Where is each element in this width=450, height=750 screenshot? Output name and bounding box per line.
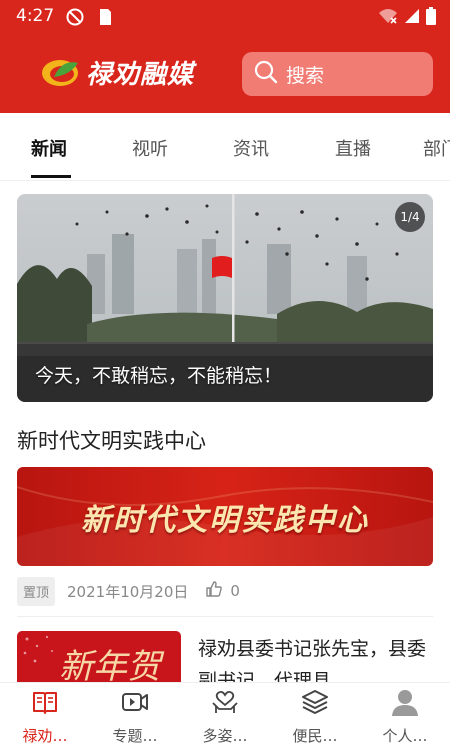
nav-services[interactable]: 便民…: [270, 683, 360, 750]
logo-mark-icon: [40, 55, 82, 89]
tab-news[interactable]: 新闻: [31, 135, 67, 161]
thumbnail-text: 新年贺词: [59, 647, 161, 686]
nav-label: 便民…: [292, 727, 338, 745]
status-right-icons: [378, 7, 436, 29]
search-box[interactable]: 搜索: [242, 52, 433, 96]
feature-card-title: 新时代文明实践中心: [81, 502, 369, 538]
article-meta: 置顶 2021年10月20日 0: [17, 576, 433, 606]
status-bar: 4:27: [0, 0, 450, 33]
battery-icon: [426, 7, 436, 29]
thumbs-up-icon: [206, 581, 223, 601]
nav-label: 专题…: [112, 727, 158, 745]
hands-heart-icon: [211, 688, 239, 720]
carousel-counter: 1/4: [395, 202, 425, 232]
tab-live[interactable]: 直播: [335, 135, 371, 161]
wifi-off-icon: [378, 8, 398, 28]
sim-card-icon: [98, 8, 112, 30]
nav-label: 禄劝…: [22, 727, 68, 745]
person-icon: [391, 688, 419, 720]
tab-info[interactable]: 资讯: [233, 135, 269, 161]
news-thumbnail[interactable]: 新年贺词: [17, 631, 181, 686]
banner-carousel[interactable]: 1/4 今天，不敢稍忘，不能稍忘！: [17, 194, 433, 402]
app-logo[interactable]: 禄劝融媒: [40, 49, 210, 95]
active-tab-indicator: [31, 175, 71, 178]
layers-icon: [301, 688, 329, 720]
bottom-navigation: 禄劝… 专题… 多姿… 便民… 个人…: [0, 682, 450, 750]
nav-culture[interactable]: 多姿…: [180, 683, 270, 750]
nav-label: 多姿…: [202, 727, 248, 745]
tab-audio-video[interactable]: 视听: [132, 135, 168, 161]
feature-card[interactable]: 新时代文明实践中心: [17, 467, 433, 566]
nav-home[interactable]: 禄劝…: [0, 683, 90, 750]
book-icon: [31, 688, 59, 720]
like-button[interactable]: 0: [206, 581, 240, 601]
section-title[interactable]: 新时代文明实践中心: [17, 425, 206, 455]
circle-slash-icon: [66, 8, 84, 30]
nav-topics[interactable]: 专题…: [90, 683, 180, 750]
news-title[interactable]: 禄劝县委书记张先宝，县委副书记、代理县: [198, 633, 434, 685]
status-time: 4:27: [16, 6, 55, 26]
search-placeholder: 搜索: [286, 64, 325, 87]
nav-profile[interactable]: 个人…: [360, 683, 450, 750]
app-header: 禄劝融媒 搜索: [0, 33, 450, 113]
video-icon: [121, 688, 149, 720]
category-tabs: 新闻 视听 资讯 直播 部门: [0, 113, 450, 181]
divider: [17, 616, 433, 617]
logo-text: 禄劝融媒: [86, 59, 195, 90]
like-count: 0: [230, 582, 240, 600]
pinned-badge: 置顶: [17, 576, 56, 606]
nav-label: 个人…: [382, 727, 428, 745]
article-date: 2021年10月20日: [67, 582, 189, 601]
search-icon: [254, 60, 278, 88]
signal-icon: [404, 8, 420, 28]
tab-department[interactable]: 部门: [423, 135, 450, 161]
banner-caption: 今天，不敢稍忘，不能稍忘！: [35, 365, 283, 387]
